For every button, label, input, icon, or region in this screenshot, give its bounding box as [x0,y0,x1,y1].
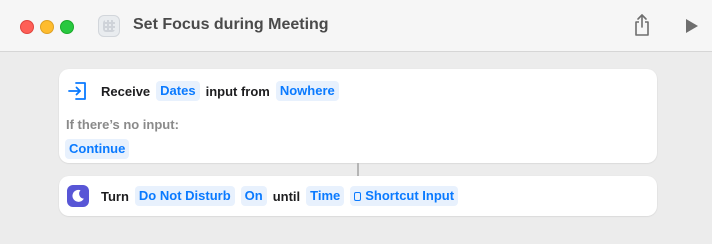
share-button[interactable] [632,13,652,37]
moon-icon [67,185,89,207]
set-focus-action[interactable]: Turn Do Not Disturb On until Time Shortc… [59,176,657,216]
run-shortcut-button[interactable] [684,17,700,35]
shortcut-input-variable[interactable]: Shortcut Input [350,186,459,206]
no-input-label: If there’s no input: [66,117,179,132]
input-type-token[interactable]: Dates [156,81,200,101]
window-title[interactable]: Set Focus during Meeting [133,16,329,34]
focus-mode-token[interactable]: Do Not Disturb [134,186,235,206]
focus-state-token[interactable]: On [240,186,267,206]
receive-input-row: Receive Dates input from Nowhere [67,80,345,102]
shortcut-editor-window: Set Focus during Meeting Receive Dates i… [0,0,712,244]
variable-icon [354,191,362,201]
share-icon [635,14,649,36]
until-label: until [272,188,301,204]
minimize-window-button[interactable] [40,20,54,34]
shortcut-app-icon[interactable] [98,15,120,37]
receive-input-icon [67,80,89,102]
action-connector-line [357,163,359,176]
play-icon [686,19,698,33]
set-focus-row: Turn Do Not Disturb On until Time Shortc… [67,185,464,207]
input-from-label: input from [205,83,270,99]
receive-input-action[interactable]: Receive Dates input from Nowhere If ther… [59,69,657,163]
close-window-button[interactable] [20,20,34,34]
receive-label: Receive [101,83,151,99]
title-bar: Set Focus during Meeting [0,0,712,52]
no-input-action-token[interactable]: Continue [65,139,130,159]
until-type-token[interactable]: Time [306,186,345,206]
zoom-window-button[interactable] [60,20,74,34]
turn-label: Turn [101,188,129,204]
input-source-token[interactable]: Nowhere [275,81,339,101]
shortcut-input-label: Shortcut Input [365,188,455,203]
